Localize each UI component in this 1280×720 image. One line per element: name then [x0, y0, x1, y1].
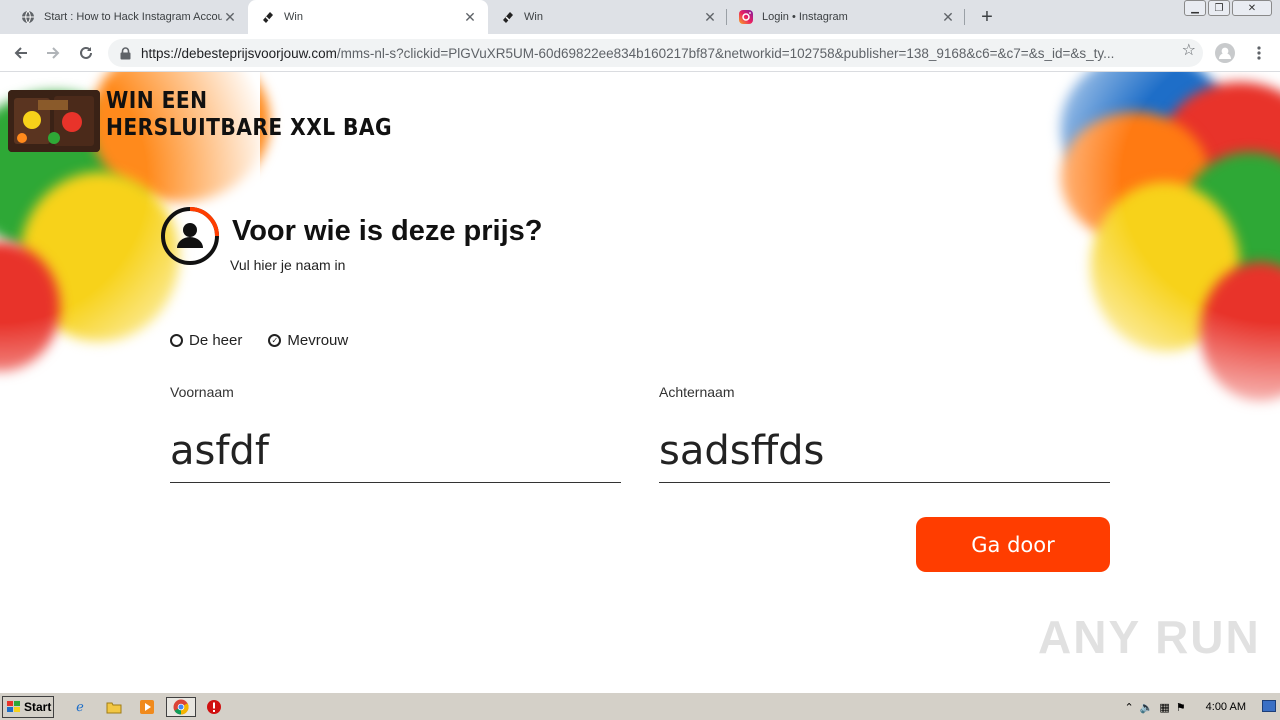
close-tab-icon[interactable]: ✕ [940, 9, 956, 25]
network-icon[interactable]: ▦ [1159, 701, 1169, 714]
continue-button[interactable]: Ga door [916, 517, 1110, 572]
restore-window-button[interactable]: ❐ [1208, 0, 1230, 16]
bookmark-star-icon[interactable]: ☆ [1182, 40, 1196, 60]
profile-icon [1215, 43, 1235, 63]
last-name-group: Achternaam [659, 384, 1110, 483]
browser-toolbar: https://debesteprijsvoorjouw.com/mms-nl-… [0, 34, 1280, 72]
reload-icon [80, 46, 92, 59]
url-host: https://debesteprijsvoorjouw.com [141, 45, 337, 61]
show-desktop-icon[interactable] [1262, 699, 1276, 715]
start-button[interactable]: Start [2, 696, 54, 718]
tab-win-active[interactable]: Win ✕ [248, 0, 488, 34]
last-name-label: Achternaam [659, 384, 735, 400]
arrow-right-icon [47, 47, 60, 59]
back-button[interactable] [10, 42, 32, 64]
page-subtitle: Vul hier je naam in [230, 257, 346, 273]
volume-icon[interactable]: 🔈 [1140, 701, 1154, 714]
tab-instagram-login[interactable]: Login • Instagram ✕ [726, 0, 966, 34]
action-center-flag-icon[interactable]: ⚑ [1176, 701, 1186, 714]
radio-unchecked-icon [170, 334, 183, 347]
promo-title: WIN EEN HERSLUITBARE XXL BAG [106, 88, 392, 142]
web-page: WIN EEN HERSLUITBARE XXL BAG Voor wie is… [0, 72, 1280, 692]
promo-line-1: WIN EEN [106, 88, 208, 114]
close-tab-icon[interactable]: ✕ [702, 9, 718, 25]
url-text: https://debesteprijsvoorjouw.com/mms-nl-… [141, 46, 1161, 61]
lock-icon [120, 46, 131, 60]
address-bar[interactable]: https://debesteprijsvoorjouw.com/mms-nl-… [108, 39, 1203, 67]
new-tab-button[interactable]: + [976, 6, 998, 28]
instagram-icon [738, 9, 754, 25]
clock[interactable]: 4:00 AM [1206, 701, 1246, 713]
gender-radio-group: De heer ✓ Mevrouw [170, 332, 374, 349]
tab-strip: Start : How to Hack Instagram Accou ✕ Wi… [0, 0, 1280, 34]
candy-bag-image [8, 90, 100, 152]
chrome-icon [173, 699, 189, 715]
tab-title: Start : How to Hack Instagram Accou [44, 11, 222, 23]
page-title: Voor wie is deze prijs? [232, 215, 543, 247]
stop-sign-icon[interactable] [204, 697, 224, 717]
first-name-input[interactable] [170, 428, 621, 483]
first-name-label: Voornaam [170, 384, 234, 400]
url-path: /mms-nl-s?clickid=PlGVuXR5UM-60d69822ee8… [336, 45, 1115, 61]
tab-separator [964, 9, 965, 25]
tab-title: Win [524, 11, 543, 23]
browser-menu-button[interactable] [1248, 42, 1270, 64]
chrome-taskbar-button[interactable] [166, 697, 196, 717]
start-label: Start [24, 700, 52, 714]
tab-win[interactable]: Win ✕ [488, 0, 728, 34]
radio-checked-icon: ✓ [268, 334, 282, 347]
folder-icon[interactable] [104, 697, 124, 717]
system-tray: ⌃ 🔈 ▦ ⚑ 4:00 AM [1124, 696, 1276, 718]
close-tab-icon[interactable]: ✕ [462, 9, 478, 25]
reload-button[interactable] [75, 42, 97, 64]
close-tab-icon[interactable]: ✕ [222, 9, 238, 25]
tab-title: Win [284, 11, 303, 23]
ticket-icon [500, 9, 516, 25]
tab-title: Login • Instagram [762, 11, 848, 23]
minimize-window-button[interactable]: ▁ [1184, 0, 1206, 16]
radio-label: Mevrouw [287, 332, 349, 349]
tab-hack-instagram[interactable]: Start : How to Hack Instagram Accou ✕ [8, 0, 248, 34]
profile-avatar-button[interactable] [1214, 42, 1236, 64]
promo-line-2: HERSLUITBARE XXL BAG [106, 115, 393, 141]
forward-button[interactable] [42, 42, 64, 64]
ticket-icon [260, 9, 276, 25]
close-window-button[interactable]: ✕ [1232, 0, 1272, 16]
radio-mevrouw[interactable]: ✓ Mevrouw [268, 332, 348, 349]
globe-icon [20, 9, 36, 25]
background-fade [1000, 72, 1280, 432]
kebab-menu-icon [1257, 46, 1261, 60]
media-player-icon[interactable] [137, 697, 157, 717]
first-name-group: Voornaam [170, 384, 621, 483]
last-name-input[interactable] [659, 428, 1110, 483]
radio-label: De heer [189, 332, 243, 349]
user-progress-icon [160, 206, 220, 266]
windows-logo-icon [7, 701, 20, 712]
internet-explorer-icon[interactable]: ℯ [70, 697, 90, 717]
watermark-text: ANY RUN [1038, 611, 1261, 663]
arrow-left-icon [14, 47, 27, 59]
radio-de-heer[interactable]: De heer [170, 332, 242, 349]
windows-taskbar: Start ℯ ⌃ 🔈 ▦ ⚑ 4:00 AM [0, 692, 1280, 720]
show-hidden-icons-icon[interactable]: ⌃ [1124, 701, 1133, 714]
